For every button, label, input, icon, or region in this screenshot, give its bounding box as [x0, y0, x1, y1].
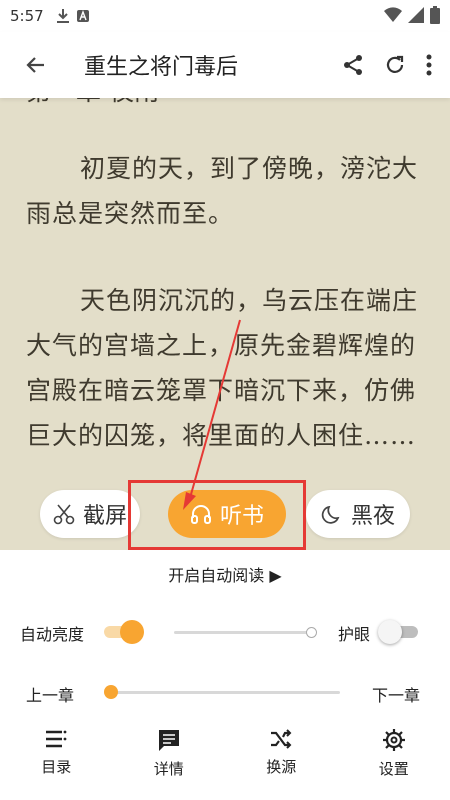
gear-icon	[382, 729, 405, 751]
signal-icon	[408, 7, 424, 23]
brightness-slider-track[interactable]	[174, 631, 308, 634]
brightness-row: 自动亮度 护眼	[0, 612, 450, 652]
back-button[interactable]	[8, 37, 64, 93]
book-title: 重生之将门毒后	[84, 55, 239, 80]
bottom-nav: 目录 详情 换源 设置	[0, 720, 450, 800]
nav-details[interactable]: 详情	[113, 720, 226, 800]
refresh-icon[interactable]	[384, 54, 406, 76]
nav-catalog-label: 目录	[41, 758, 72, 776]
nav-settings[interactable]: 设置	[338, 720, 450, 800]
list-icon	[46, 730, 67, 748]
next-chapter-button[interactable]: 下一章	[372, 682, 420, 706]
auto-brightness-label: 自动亮度	[20, 625, 85, 644]
eye-protect-label: 护眼	[338, 625, 371, 644]
nav-catalog[interactable]: 目录	[0, 720, 113, 800]
comment-icon	[158, 730, 179, 751]
nav-details-label: 详情	[153, 760, 184, 778]
nav-change-source-label: 换源	[266, 758, 297, 776]
screenshot-label: 截屏	[82, 504, 127, 529]
night-mode-button[interactable]: 黑夜	[306, 490, 410, 538]
wifi-icon	[384, 7, 402, 23]
nav-settings-label: 设置	[378, 760, 409, 778]
paragraph: 天色阴沉沉的，乌云压在端庄大气的宫墙之上，原先金碧辉煌的宫殿在暗云笼罩下暗沉下来…	[26, 286, 419, 450]
chapter-progress-track[interactable]	[110, 691, 340, 694]
eye-protect-toggle[interactable]	[378, 620, 418, 644]
download-icon	[56, 9, 69, 23]
shuffle-icon	[271, 729, 292, 749]
annotation-highlight-box	[128, 480, 306, 550]
screenshot-button[interactable]: 截屏	[40, 490, 140, 538]
status-time: 5:57	[10, 7, 44, 25]
status-bar: 5:57	[0, 0, 450, 32]
nav-change-source[interactable]: 换源	[225, 720, 338, 800]
arrow-left-icon	[26, 57, 44, 73]
prev-chapter-button[interactable]: 上一章	[26, 682, 74, 706]
chapter-progress-thumb[interactable]	[104, 685, 118, 699]
app-a-icon	[76, 10, 89, 22]
chapter-row: 上一章 下一章	[0, 672, 450, 712]
auto-brightness-toggle[interactable]	[104, 620, 144, 644]
app-bar: 重生之将门毒后	[0, 32, 450, 98]
scissors-icon	[53, 504, 75, 525]
battery-icon	[430, 6, 440, 24]
share-icon[interactable]	[342, 54, 364, 76]
paragraph: 初夏的天，到了傍晚，滂沱大雨总是突然而至。	[26, 154, 419, 228]
chapter-title-fragment: 第一章 夜雨	[26, 98, 159, 108]
more-vert-icon[interactable]	[426, 54, 432, 76]
moon-icon	[321, 505, 340, 524]
night-label: 黑夜	[350, 504, 395, 529]
brightness-slider-thumb[interactable]	[306, 627, 317, 638]
auto-read-button[interactable]: 开启自动阅读 ▶	[0, 562, 450, 586]
